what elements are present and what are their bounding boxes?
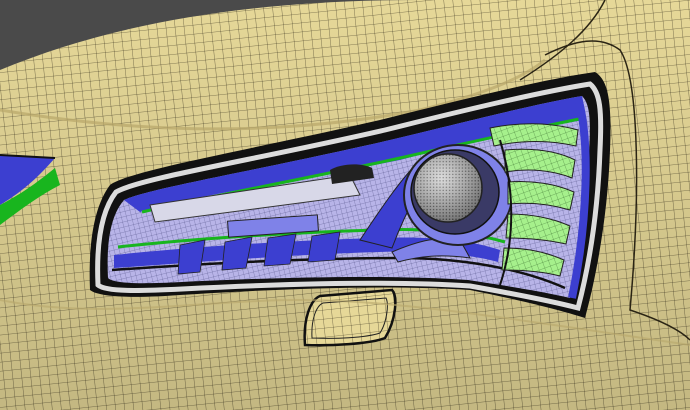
headlight-render (0, 0, 690, 410)
fin (307, 231, 341, 263)
